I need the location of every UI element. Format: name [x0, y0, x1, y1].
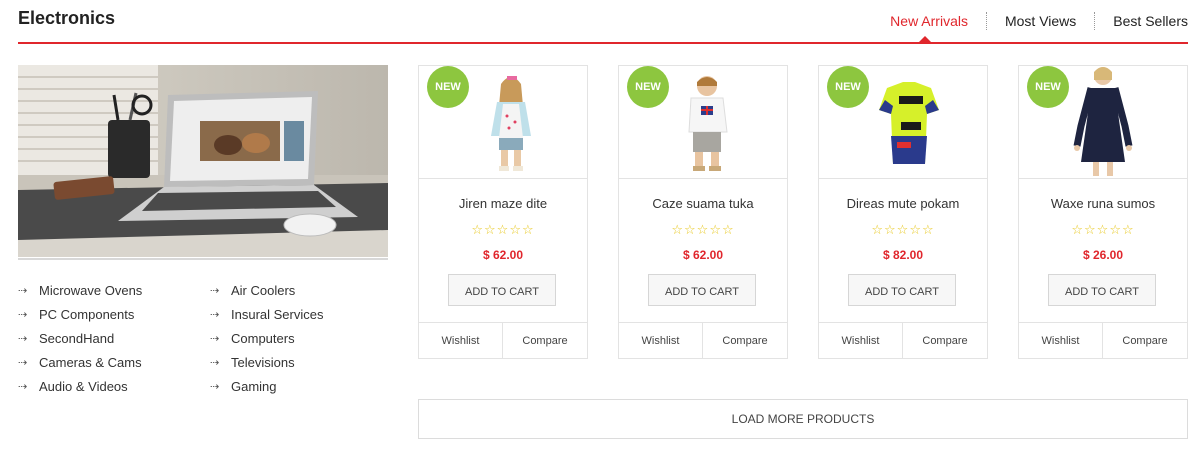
category-link[interactable]: ⇢ SecondHand: [18, 329, 210, 347]
product-card: NEW Direas mute pokam ☆☆☆☆☆ $ 82.00 ADD …: [818, 65, 988, 359]
category-link[interactable]: ⇢ Cameras & Cams: [18, 353, 210, 371]
compare-link[interactable]: Compare: [703, 323, 787, 359]
arrow-right-icon: ⇢: [210, 379, 219, 393]
wishlist-link[interactable]: Wishlist: [419, 323, 503, 359]
category-link[interactable]: ⇢ Computers: [210, 329, 390, 347]
arrow-right-icon: ⇢: [210, 355, 219, 369]
category-link[interactable]: ⇢ Televisions: [210, 353, 390, 371]
active-tab-caret-icon: [919, 36, 931, 42]
tab-new-arrivals[interactable]: New Arrivals: [872, 12, 986, 30]
product-actions: Wishlist Compare: [819, 322, 987, 359]
add-to-cart-button[interactable]: ADD TO CART: [1048, 274, 1156, 306]
product-name[interactable]: Jiren maze dite: [419, 196, 587, 211]
product-card: NEW Jiren maze dite ☆☆☆☆☆ $ 62.00 ADD TO…: [418, 65, 588, 359]
compare-link[interactable]: Compare: [1103, 323, 1187, 359]
add-to-cart-button[interactable]: ADD TO CART: [648, 274, 756, 306]
arrow-right-icon: ⇢: [18, 307, 27, 321]
section-title: Electronics: [18, 8, 116, 28]
wishlist-link[interactable]: Wishlist: [819, 323, 903, 359]
product-actions: Wishlist Compare: [619, 322, 787, 359]
product-actions: Wishlist Compare: [1019, 322, 1187, 359]
arrow-right-icon: ⇢: [210, 307, 219, 321]
arrow-right-icon: ⇢: [18, 355, 27, 369]
product-card: NEW Waxe runa sumos ☆☆☆☆☆ $ 26.00 ADD TO…: [1018, 65, 1188, 359]
new-badge: NEW: [427, 66, 469, 108]
product-price: $ 26.00: [1082, 248, 1124, 262]
wishlist-link[interactable]: Wishlist: [619, 323, 703, 359]
compare-link[interactable]: Compare: [503, 323, 587, 359]
category-link[interactable]: ⇢ Gaming: [210, 377, 390, 395]
product-name[interactable]: Direas mute pokam: [819, 196, 987, 211]
add-to-cart-button[interactable]: ADD TO CART: [448, 274, 556, 306]
star-rating-icon: ☆☆☆☆☆: [1071, 223, 1135, 238]
banner-divider: [18, 258, 388, 260]
category-link[interactable]: ⇢ PC Components: [18, 305, 210, 323]
header-underline: [18, 42, 1188, 44]
star-rating-icon: ☆☆☆☆☆: [471, 223, 535, 238]
new-badge: NEW: [1027, 66, 1069, 108]
category-link[interactable]: ⇢ Insural Services: [210, 305, 390, 323]
category-link[interactable]: ⇢ Audio & Videos: [18, 377, 210, 395]
load-more-button[interactable]: LOAD MORE PRODUCTS: [418, 399, 1188, 439]
product-tabs: New Arrivals Most Views Best Sellers: [872, 12, 1188, 30]
star-rating-icon: ☆☆☆☆☆: [671, 223, 735, 238]
compare-link[interactable]: Compare: [903, 323, 987, 359]
arrow-right-icon: ⇢: [18, 331, 27, 345]
star-rating-icon: ☆☆☆☆☆: [871, 223, 935, 238]
product-name[interactable]: Caze suama tuka: [619, 196, 787, 211]
category-link[interactable]: ⇢ Microwave Ovens: [18, 281, 210, 299]
add-to-cart-button[interactable]: ADD TO CART: [848, 274, 956, 306]
wishlist-link[interactable]: Wishlist: [1019, 323, 1103, 359]
product-price: $ 62.00: [682, 248, 724, 262]
arrow-right-icon: ⇢: [18, 379, 27, 393]
new-badge: NEW: [827, 66, 869, 108]
arrow-right-icon: ⇢: [18, 283, 27, 297]
tab-best-sellers[interactable]: Best Sellers: [1095, 12, 1188, 30]
arrow-right-icon: ⇢: [210, 331, 219, 345]
product-actions: Wishlist Compare: [419, 322, 587, 359]
tab-most-views[interactable]: Most Views: [987, 12, 1094, 30]
product-price: $ 62.00: [482, 248, 524, 262]
arrow-right-icon: ⇢: [210, 283, 219, 297]
product-card: NEW Caze suama tuka ☆☆☆☆☆ $ 62.00 ADD TO…: [618, 65, 788, 359]
laptop-desk-illustration: [18, 65, 388, 257]
category-banner-image[interactable]: [18, 65, 388, 257]
category-link[interactable]: ⇢ Air Coolers: [210, 281, 390, 299]
new-badge: NEW: [627, 66, 669, 108]
category-links: ⇢ Microwave Ovens ⇢ Air Coolers ⇢ PC Compon…: [18, 281, 398, 395]
product-price: $ 82.00: [882, 248, 924, 262]
product-name[interactable]: Waxe runa sumos: [1019, 196, 1187, 211]
